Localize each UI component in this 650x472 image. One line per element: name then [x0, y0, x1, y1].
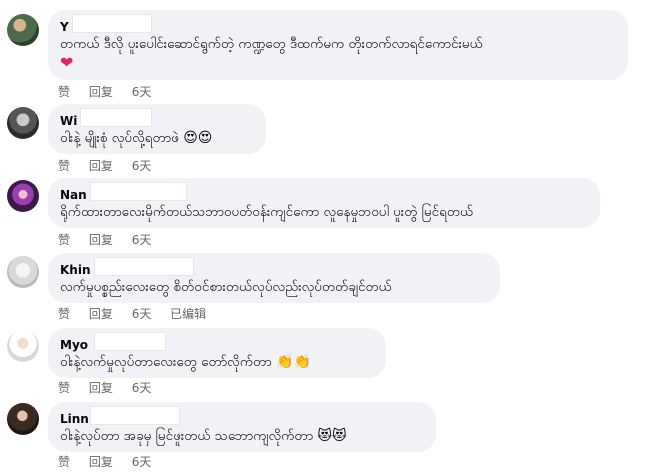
name-redaction	[94, 332, 166, 351]
commenter-name[interactable]: Myo	[60, 337, 88, 353]
reply-button[interactable]: 回复	[89, 380, 113, 396]
avatar[interactable]	[7, 180, 39, 212]
avatar[interactable]	[7, 256, 39, 288]
avatar[interactable]	[7, 107, 39, 139]
avatar[interactable]	[7, 14, 39, 46]
comment-text: ဝါးနဲ့ မျိုးစုံ လုပ်လို့ရတာဖဲ	[60, 130, 179, 146]
comment-text: ဝါးနဲ့လက်မှုလုပ်တာလေးတွေ တော်လိုက်တာ	[60, 354, 272, 370]
timestamp[interactable]: 6天	[132, 306, 152, 322]
name-redaction	[80, 108, 152, 127]
clapping-hands-emoji: 👏👏	[276, 354, 311, 370]
commenter-name[interactable]: Wi	[60, 113, 77, 129]
like-button[interactable]: 赞	[58, 454, 70, 470]
timestamp[interactable]: 6天	[132, 454, 152, 470]
reply-button[interactable]: 回复	[89, 232, 113, 248]
avatar[interactable]	[7, 330, 39, 362]
timestamp[interactable]: 6天	[132, 158, 152, 174]
cat-heart-eyes-emoji: 😻😻	[317, 428, 347, 444]
reply-button[interactable]: 回复	[89, 84, 113, 100]
name-redaction	[72, 14, 152, 33]
comment-bubble: Nan ရိုက်ထားတာလေးမိုက်တယ်သဘာဝပတ်ဝန်းကျင်…	[48, 178, 600, 228]
comment-bubble: Myo ဝါးနဲ့လက်မှုလုပ်တာလေးတွေ တော်လိုက်တာ…	[48, 328, 386, 378]
like-button[interactable]: 赞	[58, 158, 70, 174]
comment-actions: 赞 回复 6天	[58, 232, 166, 248]
commenter-name[interactable]: Khin	[60, 262, 91, 278]
commenter-name[interactable]: Linn	[60, 411, 89, 427]
comment-bubble: Wi ဝါးနဲ့ မျိုးစုံ လုပ်လို့ရတာဖဲ 😍😍	[48, 104, 266, 154]
comment-actions: 赞 回复 6天	[58, 84, 166, 100]
name-redaction	[94, 257, 194, 276]
comment-text: လက်မှုပစ္စည်းလေးတွေ စိတ်ဝင်စားတယ်လုပ်လည်…	[60, 279, 392, 295]
name-redaction	[90, 182, 187, 201]
reply-button[interactable]: 回复	[89, 454, 113, 470]
name-redaction	[90, 406, 180, 425]
heart-emoji: ❤	[60, 53, 74, 72]
like-button[interactable]: 赞	[58, 380, 70, 396]
comment-text: တကယ် ဒီလို ပူးပေါင်းဆောင်ရွက်တဲ့ ကဏ္ဍတွေ…	[60, 36, 483, 52]
comment-bubble: Linn ဝါးနဲ့လုပ်တာ အခုမှ မြင်ဖူးတယ် သဘောက…	[48, 402, 436, 452]
commenter-name[interactable]: Y	[60, 19, 69, 35]
reply-button[interactable]: 回复	[89, 306, 113, 322]
comment-actions: 赞 回复 6天	[58, 454, 166, 470]
like-button[interactable]: 赞	[58, 84, 70, 100]
comment-bubble: Y တကယ် ဒီလို ပူးပေါင်းဆောင်ရွက်တဲ့ ကဏ္ဍတ…	[48, 10, 628, 80]
comment-text: ဝါးနဲ့လုပ်တာ အခုမှ မြင်ဖူးတယ် သဘောကျလိုက…	[60, 428, 314, 444]
edited-label: 已编辑	[170, 307, 207, 321]
like-button[interactable]: 赞	[58, 232, 70, 248]
comment-text: ရိုက်ထားတာလေးမိုက်တယ်သဘာဝပတ်ဝန်းကျင်ကော …	[60, 204, 474, 220]
reply-button[interactable]: 回复	[89, 158, 113, 174]
like-button[interactable]: 赞	[58, 306, 70, 322]
avatar[interactable]	[7, 403, 39, 435]
comment-actions: 赞 回复 6天	[58, 158, 166, 174]
timestamp[interactable]: 6天	[132, 232, 152, 248]
timestamp[interactable]: 6天	[132, 84, 152, 100]
timestamp[interactable]: 6天	[132, 380, 152, 396]
comment-actions: 赞 回复 6天 已编辑	[58, 306, 221, 322]
heart-eyes-emoji: 😍😍	[183, 130, 213, 146]
comment-actions: 赞 回复 6天	[58, 380, 166, 396]
comment-bubble: Khin လက်မှုပစ္စည်းလေးတွေ စိတ်ဝင်စားတယ်လု…	[48, 253, 500, 303]
commenter-name[interactable]: Nan	[60, 187, 87, 203]
